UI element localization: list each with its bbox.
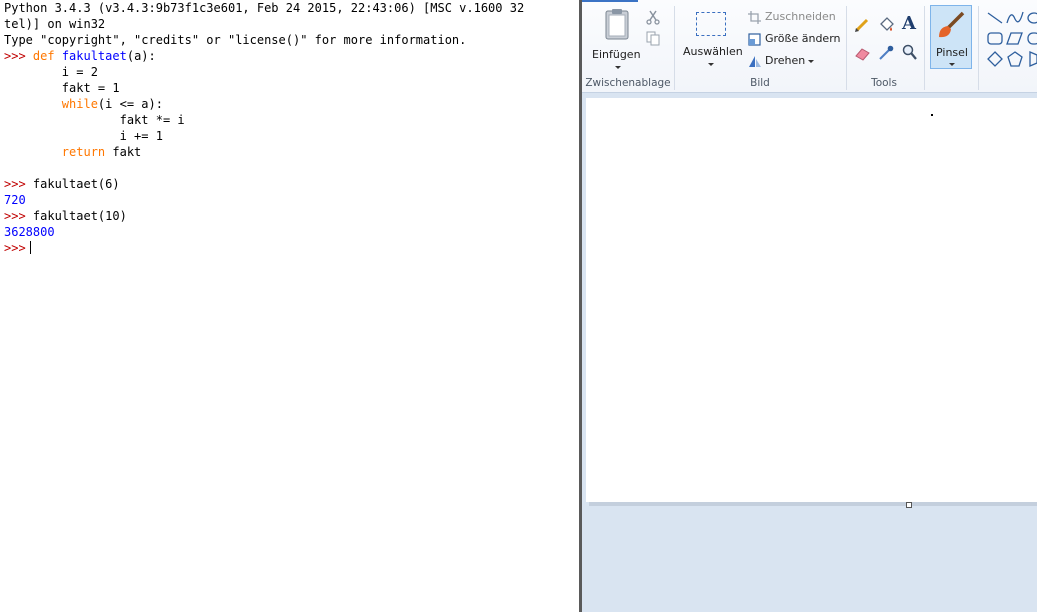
shell-text: while: [61, 97, 98, 111]
pencil-icon[interactable]: [854, 17, 870, 33]
clipboard-group-label: Zwischenablage: [585, 77, 671, 89]
resize-button[interactable]: Größe ändern: [748, 32, 848, 48]
clipboard-icon: [605, 9, 629, 40]
shell-prompt: >>>: [4, 241, 26, 255]
shapes-gallery[interactable]: [986, 10, 1037, 70]
resize-icon: [748, 33, 761, 46]
shell-text: (a):: [126, 49, 156, 63]
shell-text: fakultaet: [61, 49, 127, 63]
selection-rectangle-icon: [696, 12, 726, 36]
crop-label: Zuschneiden: [765, 10, 836, 23]
crop-button[interactable]: Zuschneiden: [748, 10, 838, 26]
text-icon[interactable]: A: [902, 13, 916, 34]
drawing-canvas[interactable]: [586, 98, 1037, 502]
select-label: Auswählen: [683, 45, 743, 58]
shell-prompt: >>>: [4, 49, 33, 63]
shell-line: >>> def fakultaet(a):: [4, 48, 156, 64]
active-tab-indicator: [582, 0, 638, 2]
shell-line: >>>: [4, 240, 31, 256]
brush-button[interactable]: Pinsel: [930, 5, 972, 69]
shell-text: 720: [4, 193, 26, 207]
shell-text: Type "copyright", "credits" or "license(…: [4, 33, 467, 47]
shell-text: 3628800: [4, 225, 55, 239]
shell-line: i += 1: [4, 128, 163, 144]
shell-text: fakt = 1: [4, 81, 120, 95]
shell-text: fakultaet(10): [32, 209, 127, 223]
brush-icon: [939, 11, 965, 38]
text-cursor: [29, 241, 31, 254]
shell-line: 3628800: [4, 224, 55, 240]
eraser-icon[interactable]: [854, 46, 871, 61]
select-button[interactable]: Auswählen: [680, 6, 743, 70]
magnifier-icon[interactable]: [902, 44, 918, 61]
shell-text: fakt: [105, 145, 142, 159]
image-group-label: Bild: [750, 77, 770, 89]
rotate-label: Drehen: [765, 54, 806, 67]
shell-line: >>> fakultaet(6): [4, 176, 120, 192]
shell-line: 720: [4, 192, 26, 208]
shell-line: fakt = 1: [4, 80, 120, 96]
shell-line: i = 2: [4, 64, 98, 80]
rotate-icon: [749, 56, 761, 67]
shell-text: def: [32, 49, 62, 63]
shell-line: tel)] on win32: [4, 16, 105, 32]
shell-text: fakt *= i: [4, 113, 185, 127]
color-picker-icon[interactable]: [878, 44, 894, 61]
scissors-icon[interactable]: [645, 9, 661, 25]
shell-line: while(i <= a):: [4, 96, 163, 112]
crop-icon: [748, 11, 761, 24]
paste-button[interactable]: Einfügen: [586, 4, 648, 70]
paint-window: Einfügen Zwischenablage Auswählen Zuschn…: [582, 0, 1037, 612]
group-separator: [924, 6, 925, 90]
shell-text: (i <= a):: [97, 97, 163, 111]
ribbon: Einfügen Zwischenablage Auswählen Zuschn…: [582, 0, 1037, 93]
shell-line: Python 3.4.3 (v3.4.3:9b73f1c3e601, Feb 2…: [4, 0, 524, 16]
shell-text: tel)] on win32: [4, 17, 106, 31]
paste-label: Einfügen: [592, 48, 641, 61]
shell-text: fakultaet(6): [32, 177, 120, 191]
chevron-down-icon: [808, 60, 814, 63]
shell-text: i += 1: [4, 129, 163, 143]
brush-label: Pinsel: [936, 46, 968, 59]
shell-prompt: >>>: [4, 209, 33, 223]
shell-text: Python 3.4.3 (v3.4.3:9b73f1c3e601, Feb 2…: [4, 1, 525, 15]
resize-label: Größe ändern: [765, 32, 841, 45]
chevron-down-icon: [708, 63, 714, 66]
fill-bucket-icon[interactable]: [878, 16, 895, 33]
shell-line: fakt *= i: [4, 112, 185, 128]
chevron-down-icon: [949, 63, 955, 66]
canvas-workspace: [582, 93, 1037, 612]
shell-line: return fakt: [4, 144, 141, 160]
chevron-down-icon: [615, 66, 621, 69]
shell-line: >>> fakultaet(10): [4, 208, 127, 224]
rotate-button[interactable]: Drehen: [748, 54, 828, 70]
canvas-resize-handle[interactable]: [906, 502, 912, 508]
python-shell-window[interactable]: Python 3.4.3 (v3.4.3:9b73f1c3e601, Feb 2…: [0, 0, 581, 612]
shell-text: [4, 97, 62, 111]
shell-text: return: [61, 145, 106, 159]
shell-text: [4, 145, 62, 159]
group-separator: [978, 6, 979, 90]
pixel-dot: [931, 114, 933, 116]
tools-group-label: Tools: [871, 77, 897, 89]
shell-line: Type "copyright", "credits" or "license(…: [4, 32, 466, 48]
copy-icon[interactable]: [645, 30, 661, 46]
shell-prompt: >>>: [4, 177, 33, 191]
shell-text: i = 2: [4, 65, 98, 79]
